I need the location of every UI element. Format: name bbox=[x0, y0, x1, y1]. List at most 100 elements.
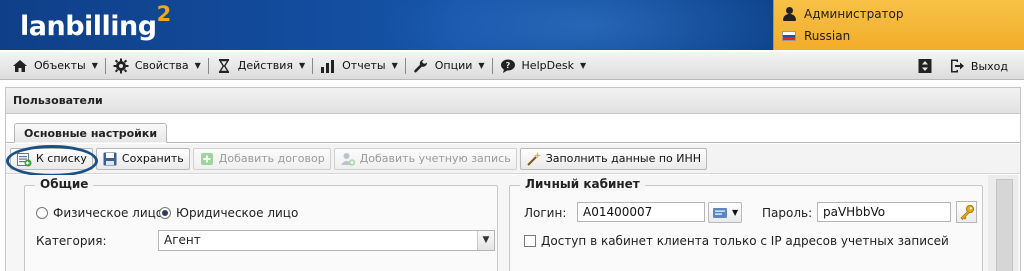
menu-reports-label: Отчеты bbox=[342, 59, 386, 72]
chat-bubble-icon: ? bbox=[500, 58, 516, 74]
menu-actions-label: Действия bbox=[237, 59, 293, 72]
chevron-down-icon: ▼ bbox=[91, 61, 98, 70]
menu-helpdesk[interactable]: ? HelpDesk ▼ bbox=[496, 55, 591, 77]
back-to-list-button[interactable]: К списку bbox=[10, 147, 93, 170]
ip-restrict-label: Доступ в кабинет клиента только с IP адр… bbox=[541, 234, 949, 248]
top-banner: lanbilling2 Администратор Russian bbox=[0, 0, 1024, 50]
chevron-down-icon: ▼ bbox=[391, 61, 398, 70]
login-generator-button[interactable]: ▼ bbox=[708, 202, 743, 223]
menu-separator bbox=[404, 57, 406, 74]
menu-reports[interactable]: Отчеты ▼ bbox=[316, 55, 402, 77]
category-value: Агент bbox=[164, 233, 201, 247]
logout-button[interactable]: Выход bbox=[945, 55, 1012, 77]
add-contract-label: Добавить договор bbox=[218, 152, 325, 165]
logo-text: lanbilling bbox=[20, 11, 157, 42]
magic-wand-icon bbox=[526, 151, 541, 166]
user-icon bbox=[782, 7, 796, 21]
logout-label: Выход bbox=[970, 59, 1008, 73]
menu-separator bbox=[207, 57, 209, 74]
tab-main-settings[interactable]: Основные настройки bbox=[14, 123, 168, 143]
menu-objects-label: Объекты bbox=[34, 59, 86, 72]
menu-separator bbox=[491, 57, 493, 74]
russian-flag-icon bbox=[782, 31, 796, 41]
fullscreen-icon[interactable] bbox=[917, 58, 933, 74]
current-user[interactable]: Администратор bbox=[782, 4, 904, 24]
app-logo[interactable]: lanbilling2 bbox=[20, 2, 171, 42]
main-menu: Объекты ▼ Свойства ▼ Действия ▼ Отчеты ▼ Опц… bbox=[0, 52, 1024, 80]
back-to-list-label: К списку bbox=[36, 152, 87, 165]
back-list-icon bbox=[17, 152, 32, 166]
floppy-disk-icon bbox=[103, 152, 117, 165]
chevron-down-icon: ▼ bbox=[478, 61, 485, 70]
card-list-icon bbox=[713, 207, 727, 218]
radio-legal-circle[interactable] bbox=[159, 207, 171, 219]
menu-helpdesk-label: HelpDesk bbox=[521, 59, 574, 72]
panel-title: Пользователи bbox=[6, 88, 1020, 114]
menu-options-label: Опции bbox=[434, 59, 473, 72]
add-document-icon bbox=[200, 152, 213, 165]
menu-options[interactable]: Опции ▼ bbox=[409, 55, 489, 77]
radio-legal-entity[interactable]: Юридическое лицо bbox=[159, 206, 298, 220]
language-label: Russian bbox=[804, 29, 851, 43]
banner-glow bbox=[380, 0, 800, 50]
wrench-icon bbox=[413, 58, 429, 74]
user-name: Администратор bbox=[804, 7, 904, 21]
chevron-down-icon: ▼ bbox=[732, 208, 739, 217]
add-user-icon bbox=[340, 152, 355, 166]
menu-properties[interactable]: Свойства ▼ bbox=[109, 55, 205, 77]
vertical-scrollbar bbox=[988, 175, 1018, 271]
category-select[interactable]: Агент ▼ bbox=[158, 230, 495, 251]
menu-separator bbox=[104, 57, 106, 74]
ip-restrict-checkbox-row[interactable]: Доступ в кабинет клиента только с IP адр… bbox=[524, 234, 949, 248]
radio-legal-label: Юридическое лицо bbox=[176, 206, 299, 220]
category-label: Категория: bbox=[36, 234, 107, 248]
hourglass-icon bbox=[216, 58, 232, 74]
login-label-text: Логин: bbox=[524, 206, 567, 220]
fieldset-cabinet-legend: Личный кабинет bbox=[520, 177, 645, 191]
ip-restrict-checkbox[interactable] bbox=[524, 235, 536, 247]
users-panel: Пользователи Основные настройки К списку… bbox=[5, 87, 1021, 271]
form-toolbar: К списку Сохранить Добавить договор Доба… bbox=[6, 144, 1020, 174]
menu-right: Выход bbox=[917, 55, 1012, 77]
fieldset-common-legend: Общие bbox=[35, 177, 94, 191]
tab-strip: Основные настройки bbox=[6, 115, 1020, 143]
fieldset-personal-cabinet: Личный кабинет Логин: A01400007 ▼ Пароль… bbox=[509, 177, 983, 271]
svg-text:?: ? bbox=[505, 61, 510, 70]
fill-by-inn-button[interactable]: Заполнить данные по ИНН bbox=[519, 147, 708, 170]
category-label-text: Категория: bbox=[36, 234, 107, 248]
user-box: Администратор Russian bbox=[773, 0, 1024, 50]
house-icon bbox=[12, 58, 28, 74]
add-account-button[interactable]: Добавить учетную запись bbox=[333, 147, 517, 170]
logo-version: 2 bbox=[156, 2, 172, 26]
password-field[interactable]: paVHbbVo bbox=[817, 202, 951, 222]
chevron-down-icon: ▼ bbox=[579, 61, 587, 70]
menu-properties-label: Свойства bbox=[134, 59, 189, 72]
radio-physical-label: Физическое лицо bbox=[53, 206, 164, 220]
bar-chart-icon bbox=[320, 58, 336, 74]
key-icon bbox=[959, 204, 974, 220]
menu-separator bbox=[312, 57, 314, 74]
menu-actions[interactable]: Действия ▼ bbox=[212, 55, 309, 77]
gear-icon bbox=[113, 58, 129, 74]
fieldset-common: Общие Физическое лицо Юридическое лицо К… bbox=[24, 177, 498, 271]
save-button[interactable]: Сохранить bbox=[95, 147, 190, 170]
radio-physical-person[interactable]: Физическое лицо bbox=[36, 206, 163, 220]
language-selector[interactable]: Russian bbox=[782, 26, 850, 46]
add-contract-button[interactable]: Добавить договор bbox=[192, 147, 331, 170]
logout-icon bbox=[949, 58, 965, 74]
menu-objects[interactable]: Объекты ▼ bbox=[8, 55, 102, 77]
login-field[interactable]: A01400007 bbox=[577, 202, 705, 222]
form-content: Общие Физическое лицо Юридическое лицо К… bbox=[6, 175, 1020, 271]
fill-by-inn-label: Заполнить данные по ИНН bbox=[545, 152, 702, 165]
chevron-down-icon: ▼ bbox=[194, 61, 201, 70]
radio-physical-circle[interactable] bbox=[36, 207, 48, 219]
chevron-down-icon: ▼ bbox=[298, 61, 306, 70]
save-label: Сохранить bbox=[121, 152, 184, 165]
password-label: Пароль: bbox=[762, 206, 812, 220]
scrollbar-track[interactable] bbox=[996, 179, 1013, 271]
chevron-down-icon[interactable]: ▼ bbox=[477, 231, 494, 250]
generate-password-button[interactable] bbox=[956, 201, 977, 223]
password-label-text: Пароль: bbox=[762, 206, 813, 220]
login-label: Логин: bbox=[524, 206, 566, 220]
add-account-label: Добавить учетную запись bbox=[359, 152, 511, 165]
